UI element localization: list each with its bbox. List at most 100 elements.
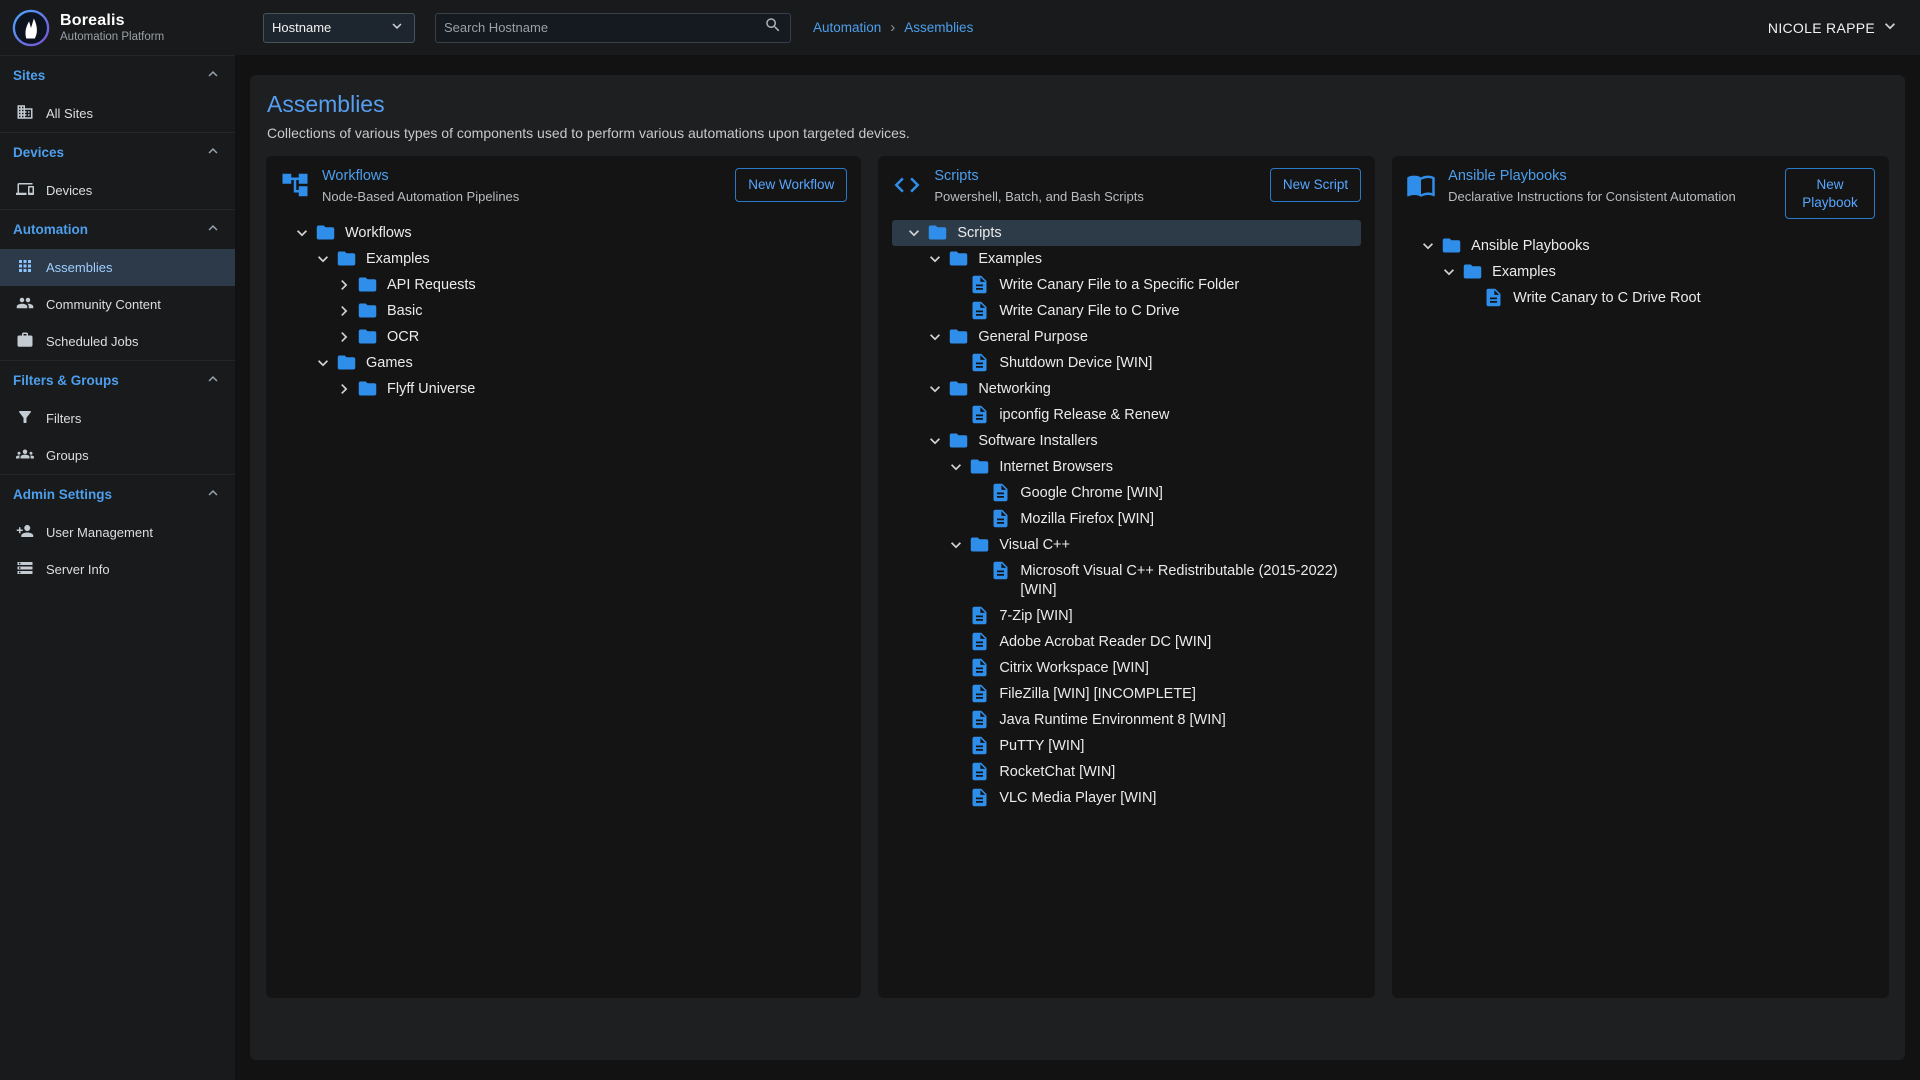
file-icon — [990, 560, 1011, 581]
tree-item-label: FileZilla [WIN] [INCOMPLETE] — [999, 683, 1196, 705]
tree-folder-scripts[interactable]: Scripts — [892, 220, 1361, 246]
tree-folder-games[interactable]: Games — [280, 350, 847, 376]
sidebar-section-header-devices[interactable]: Devices — [0, 133, 235, 172]
tree-file-adobe-acrobat-reader-dc-win[interactable]: Adobe Acrobat Reader DC [WIN] — [892, 629, 1361, 655]
chevron-down-icon[interactable] — [292, 223, 312, 243]
sidebar-section-header-filters-groups[interactable]: Filters & Groups — [0, 361, 235, 400]
sidebar-item-devices[interactable]: Devices — [0, 172, 235, 209]
tree-folder-basic[interactable]: Basic — [280, 298, 847, 324]
chevron-down-icon[interactable] — [313, 353, 333, 373]
file-icon — [969, 657, 990, 678]
chevron-down-icon[interactable] — [925, 431, 945, 451]
tree-folder-ansible-playbooks[interactable]: Ansible Playbooks — [1406, 233, 1875, 259]
tree-file-write-canary-to-c-drive-root[interactable]: Write Canary to C Drive Root — [1406, 285, 1875, 311]
search-input[interactable] — [444, 20, 764, 35]
app-name: Borealis — [60, 12, 164, 30]
tree-file-rocketchat-win[interactable]: RocketChat [WIN] — [892, 759, 1361, 785]
tree-file-citrix-workspace-win[interactable]: Citrix Workspace [WIN] — [892, 655, 1361, 681]
file-icon — [969, 404, 990, 425]
card-playbooks: Ansible PlaybooksDeclarative Instruction… — [1392, 156, 1889, 998]
sidebar-section-header-automation[interactable]: Automation — [0, 210, 235, 249]
chevron-down-icon[interactable] — [313, 249, 333, 269]
sidebar-item-label: Filters — [46, 411, 81, 426]
sidebar-item-all-sites[interactable]: All Sites — [0, 95, 235, 132]
tree-folder-workflows[interactable]: Workflows — [280, 220, 847, 246]
sidebar-item-scheduled-jobs[interactable]: Scheduled Jobs — [0, 323, 235, 360]
card-header-scripts: ScriptsPowershell, Batch, and Bash Scrip… — [892, 168, 1361, 206]
chevron-down-icon[interactable] — [1418, 236, 1438, 256]
sidebar-section-header-sites[interactable]: Sites — [0, 56, 235, 95]
tree-folder-examples[interactable]: Examples — [1406, 259, 1875, 285]
tree-file-mozilla-firefox-win[interactable]: Mozilla Firefox [WIN] — [892, 506, 1361, 532]
tree-file-microsoft-visual-c-redistributable-2015-2022-win[interactable]: Microsoft Visual C++ Redistributable (20… — [892, 558, 1361, 603]
tree-file-vlc-media-player-win[interactable]: VLC Media Player [WIN] — [892, 785, 1361, 811]
tree-item-label: Internet Browsers — [999, 456, 1113, 478]
tree-file-putty-win[interactable]: PuTTY [WIN] — [892, 733, 1361, 759]
tree-folder-api-requests[interactable]: API Requests — [280, 272, 847, 298]
chevron-down-icon[interactable] — [904, 223, 924, 243]
chevron-right-icon[interactable] — [334, 327, 354, 347]
tree-file-java-runtime-environment-8-win[interactable]: Java Runtime Environment 8 [WIN] — [892, 707, 1361, 733]
app-tagline: Automation Platform — [60, 31, 164, 43]
chevron-right-icon[interactable] — [334, 275, 354, 295]
tree-folder-general-purpose[interactable]: General Purpose — [892, 324, 1361, 350]
breadcrumb-link-assemblies[interactable]: Assemblies — [904, 20, 973, 35]
breadcrumb-link-automation[interactable]: Automation — [813, 20, 881, 35]
sidebar-item-assemblies[interactable]: Assemblies — [0, 249, 235, 286]
tree-item-label: OCR — [387, 326, 419, 348]
chevron-down-icon[interactable] — [1439, 262, 1459, 282]
sidebar-item-filters[interactable]: Filters — [0, 400, 235, 437]
groups-icon — [16, 445, 34, 466]
chevron-down-icon[interactable] — [925, 327, 945, 347]
tree-folder-ocr[interactable]: OCR — [280, 324, 847, 350]
card-workflows: WorkflowsNode-Based Automation Pipelines… — [266, 156, 861, 998]
tree-folder-networking[interactable]: Networking — [892, 376, 1361, 402]
chevron-up-icon — [204, 370, 222, 391]
file-icon — [990, 508, 1011, 529]
chevron-right-icon[interactable] — [334, 301, 354, 321]
chevron-down-icon[interactable] — [946, 535, 966, 555]
tree-file-7-zip-win[interactable]: 7-Zip [WIN] — [892, 603, 1361, 629]
hostname-dropdown[interactable]: Hostname — [263, 13, 415, 43]
tree-folder-flyff-universe[interactable]: Flyff Universe — [280, 376, 847, 402]
new-script-button[interactable]: New Script — [1270, 168, 1361, 202]
tree-folder-examples[interactable]: Examples — [280, 246, 847, 272]
card-header-playbooks: Ansible PlaybooksDeclarative Instruction… — [1406, 168, 1875, 219]
tree-folder-examples[interactable]: Examples — [892, 246, 1361, 272]
tree-item-label: Write Canary to C Drive Root — [1513, 287, 1700, 309]
sidebar-item-community-content[interactable]: Community Content — [0, 286, 235, 323]
tree-file-filezilla-win-incomplete[interactable]: FileZilla [WIN] [INCOMPLETE] — [892, 681, 1361, 707]
sidebar-item-server-info[interactable]: Server Info — [0, 551, 235, 588]
folder-icon — [948, 248, 969, 269]
tree-folder-software-installers[interactable]: Software Installers — [892, 428, 1361, 454]
tree-item-label: 7-Zip [WIN] — [999, 605, 1072, 627]
tree-item-label: Examples — [366, 248, 430, 270]
chevron-down-icon[interactable] — [946, 457, 966, 477]
workflow-icon — [280, 168, 310, 200]
sidebar-item-user-management[interactable]: User Management — [0, 514, 235, 551]
new-playbook-button[interactable]: New Playbook — [1785, 168, 1875, 219]
tree-folder-internet-browsers[interactable]: Internet Browsers — [892, 454, 1361, 480]
tree-file-google-chrome-win[interactable]: Google Chrome [WIN] — [892, 480, 1361, 506]
sidebar: SitesAll SitesDevicesDevicesAutomationAs… — [0, 55, 235, 1080]
chevron-right-icon[interactable] — [334, 379, 354, 399]
tree-item-label: VLC Media Player [WIN] — [999, 787, 1156, 809]
devices-icon — [16, 180, 34, 201]
tree-file-write-canary-file-to-c-drive[interactable]: Write Canary File to C Drive — [892, 298, 1361, 324]
tree-folder-visual-c[interactable]: Visual C++ — [892, 532, 1361, 558]
sidebar-item-groups[interactable]: Groups — [0, 437, 235, 474]
tree-indent-spacer — [946, 658, 966, 678]
file-icon — [969, 605, 990, 626]
sidebar-section-header-admin-settings[interactable]: Admin Settings — [0, 475, 235, 514]
tree-file-ipconfig-release-renew[interactable]: ipconfig Release & Renew — [892, 402, 1361, 428]
tree-indent-spacer — [946, 606, 966, 626]
logo-area[interactable]: Borealis Automation Platform — [0, 9, 235, 47]
chevron-down-icon[interactable] — [925, 379, 945, 399]
chevron-down-icon[interactable] — [925, 249, 945, 269]
new-workflow-button[interactable]: New Workflow — [735, 168, 847, 202]
sidebar-item-label: Devices — [46, 183, 92, 198]
tree-file-write-canary-file-to-a-specific-folder[interactable]: Write Canary File to a Specific Folder — [892, 272, 1361, 298]
sidebar-item-label: Groups — [46, 448, 89, 463]
user-menu[interactable]: NICOLE RAPPE — [1768, 16, 1900, 39]
tree-file-shutdown-device-win[interactable]: Shutdown Device [WIN] — [892, 350, 1361, 376]
